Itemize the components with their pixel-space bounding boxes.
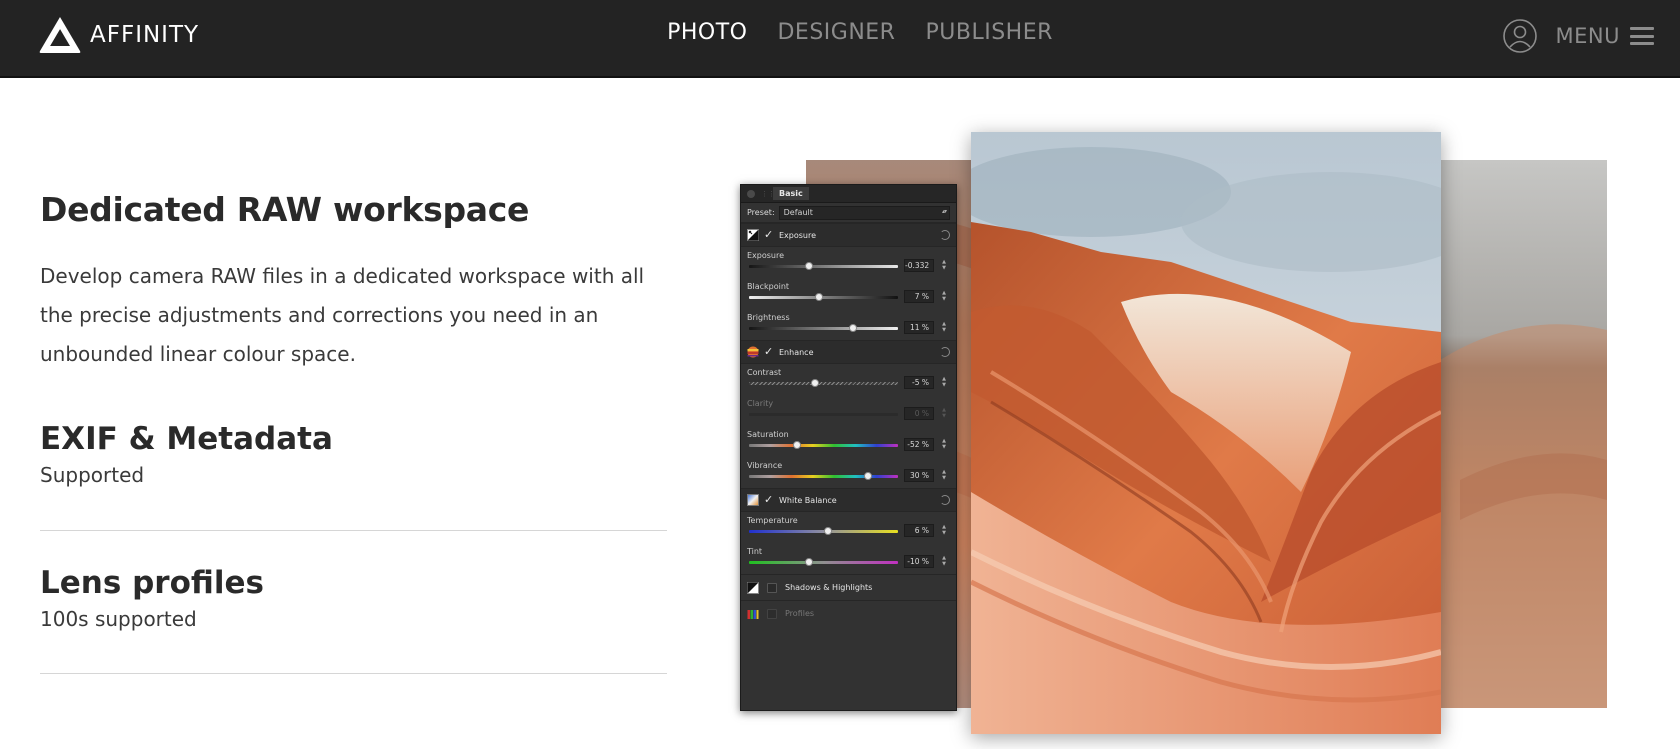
- nav-publisher[interactable]: PUBLISHER: [925, 20, 1052, 45]
- exposure-icon: [747, 229, 759, 241]
- divider: [40, 530, 667, 531]
- feature-title: EXIF & Metadata: [40, 421, 333, 457]
- section-description: Develop camera RAW files in a dedicated …: [40, 264, 645, 366]
- section-profiles[interactable]: Profiles: [741, 600, 956, 626]
- stepper-icon[interactable]: ▲ ▼: [940, 259, 948, 272]
- menu-button[interactable]: MENU: [1556, 24, 1654, 48]
- divider: [40, 673, 667, 674]
- stepper-icon[interactable]: ▲ ▼: [940, 407, 948, 420]
- section-title: White Balance: [779, 495, 837, 505]
- exposure-slider[interactable]: [749, 262, 898, 270]
- menu-label: MENU: [1555, 24, 1620, 48]
- slider-knob[interactable]: [804, 262, 813, 270]
- stepper-icon[interactable]: ▲ ▼: [940, 290, 948, 303]
- blackpoint-slider[interactable]: [749, 293, 898, 301]
- enhance-checkbox[interactable]: ✓: [764, 346, 774, 357]
- feature-title: Lens profiles: [40, 565, 264, 601]
- preset-label: Preset:: [747, 208, 775, 217]
- slider-row-exposure: Exposure -0.332 ▲ ▼: [741, 247, 956, 278]
- clarity-slider[interactable]: [749, 413, 898, 416]
- stepper-icon[interactable]: ▲ ▼: [940, 376, 948, 389]
- enhance-icon: [747, 346, 759, 358]
- section-title: Dedicated RAW workspace: [40, 190, 530, 229]
- feature-exif: EXIF & Metadata Supported: [40, 421, 667, 487]
- section-shadows-highlights[interactable]: Shadows & Highlights: [741, 574, 956, 600]
- slider-knob[interactable]: [804, 558, 813, 566]
- develop-basic-panel: ⋮⋮ Basic Preset: Default ✓ Exposure Expo…: [740, 184, 957, 711]
- slider-row-clarity: Clarity 0 % ▲ ▼: [741, 395, 956, 426]
- header-actions: MENU: [1502, 18, 1654, 54]
- slider-knob[interactable]: [810, 379, 819, 387]
- white-balance-checkbox[interactable]: ✓: [764, 494, 774, 505]
- nav-photo[interactable]: PHOTO: [667, 20, 747, 45]
- temperature-slider[interactable]: [749, 527, 898, 535]
- contrast-slider[interactable]: [749, 379, 898, 387]
- stepper-icon[interactable]: ▲ ▼: [940, 524, 948, 537]
- slider-row-brightness: Brightness 11 % ▲ ▼: [741, 309, 956, 340]
- nav-designer[interactable]: DESIGNER: [777, 20, 895, 45]
- shadows-highlights-icon: [747, 581, 759, 594]
- slider-row-blackpoint: Blackpoint 7 % ▲ ▼: [741, 278, 956, 309]
- section-exposure-header[interactable]: ✓ Exposure: [741, 223, 956, 247]
- shadows-highlights-checkbox[interactable]: [767, 582, 777, 593]
- section-title: Shadows & Highlights: [785, 583, 873, 592]
- stepper-icon[interactable]: ▲ ▼: [940, 555, 948, 568]
- slider-knob[interactable]: [864, 472, 873, 480]
- preset-select[interactable]: Default: [778, 205, 950, 220]
- slider-row-contrast: Contrast -5 % ▲ ▼: [741, 364, 956, 395]
- slider-knob[interactable]: [792, 441, 801, 449]
- intro-block: Dedicated RAW workspace Develop camera R…: [40, 190, 667, 374]
- reset-icon[interactable]: [940, 347, 950, 357]
- slider-knob[interactable]: [823, 527, 832, 535]
- slider-value[interactable]: -0.332: [904, 259, 934, 272]
- feature-subtitle: 100s supported: [40, 607, 197, 631]
- stepper-icon[interactable]: ▲ ▼: [940, 321, 948, 334]
- slider-value[interactable]: 6 %: [904, 524, 934, 537]
- slider-value[interactable]: -5 %: [904, 376, 934, 389]
- brightness-slider[interactable]: [749, 324, 898, 332]
- top-navigation-bar: AFFINITY PHOTO DESIGNER PUBLISHER MENU: [0, 0, 1680, 78]
- slider-value[interactable]: 0 %: [904, 407, 934, 420]
- section-title: Profiles: [785, 609, 815, 618]
- exposure-checkbox[interactable]: ✓: [764, 229, 774, 240]
- slider-value[interactable]: 7 %: [904, 290, 934, 303]
- saturation-slider[interactable]: [749, 441, 898, 449]
- account-icon[interactable]: [1502, 18, 1538, 54]
- slider-knob[interactable]: [815, 293, 824, 301]
- reset-icon[interactable]: [940, 230, 950, 240]
- section-title: Enhance: [779, 347, 814, 357]
- panel-close-icon[interactable]: [747, 189, 755, 198]
- panel-tab-bar: ⋮⋮ Basic: [741, 185, 956, 203]
- tab-basic[interactable]: Basic: [773, 187, 809, 200]
- panel-grip-icon[interactable]: ⋮⋮: [761, 190, 775, 198]
- tint-slider[interactable]: [749, 558, 898, 566]
- section-title: Exposure: [779, 230, 817, 240]
- slider-value[interactable]: 30 %: [904, 469, 934, 482]
- white-balance-icon: [747, 494, 759, 506]
- stepper-icon[interactable]: ▲ ▼: [940, 469, 948, 482]
- slider-value[interactable]: -10 %: [904, 555, 934, 568]
- reset-icon[interactable]: [940, 495, 950, 505]
- stepper-icon[interactable]: ▲ ▼: [940, 438, 948, 451]
- profiles-checkbox[interactable]: [767, 608, 777, 619]
- vibrance-slider[interactable]: [749, 472, 898, 480]
- slider-row-temperature: Temperature 6 % ▲ ▼: [741, 512, 956, 543]
- profiles-icon: [747, 609, 759, 619]
- feature-lens-profiles: Lens profiles 100s supported: [40, 565, 667, 631]
- slider-row-saturation: Saturation -52 % ▲ ▼: [741, 426, 956, 457]
- hamburger-icon: [1630, 27, 1654, 45]
- product-nav: PHOTO DESIGNER PUBLISHER: [0, 20, 1680, 45]
- section-white-balance-header[interactable]: ✓ White Balance: [741, 488, 956, 512]
- raw-photo-preview: [971, 132, 1441, 734]
- background-photo-right: [1440, 160, 1607, 708]
- slider-value[interactable]: 11 %: [904, 321, 934, 334]
- slider-value[interactable]: -52 %: [904, 438, 934, 451]
- feature-subtitle: Supported: [40, 463, 145, 487]
- preset-row: Preset: Default: [741, 203, 956, 223]
- slider-knob[interactable]: [849, 324, 858, 332]
- slider-row-tint: Tint -10 % ▲ ▼: [741, 543, 956, 574]
- section-enhance-header[interactable]: ✓ Enhance: [741, 340, 956, 364]
- slider-row-vibrance: Vibrance 30 % ▲ ▼: [741, 457, 956, 488]
